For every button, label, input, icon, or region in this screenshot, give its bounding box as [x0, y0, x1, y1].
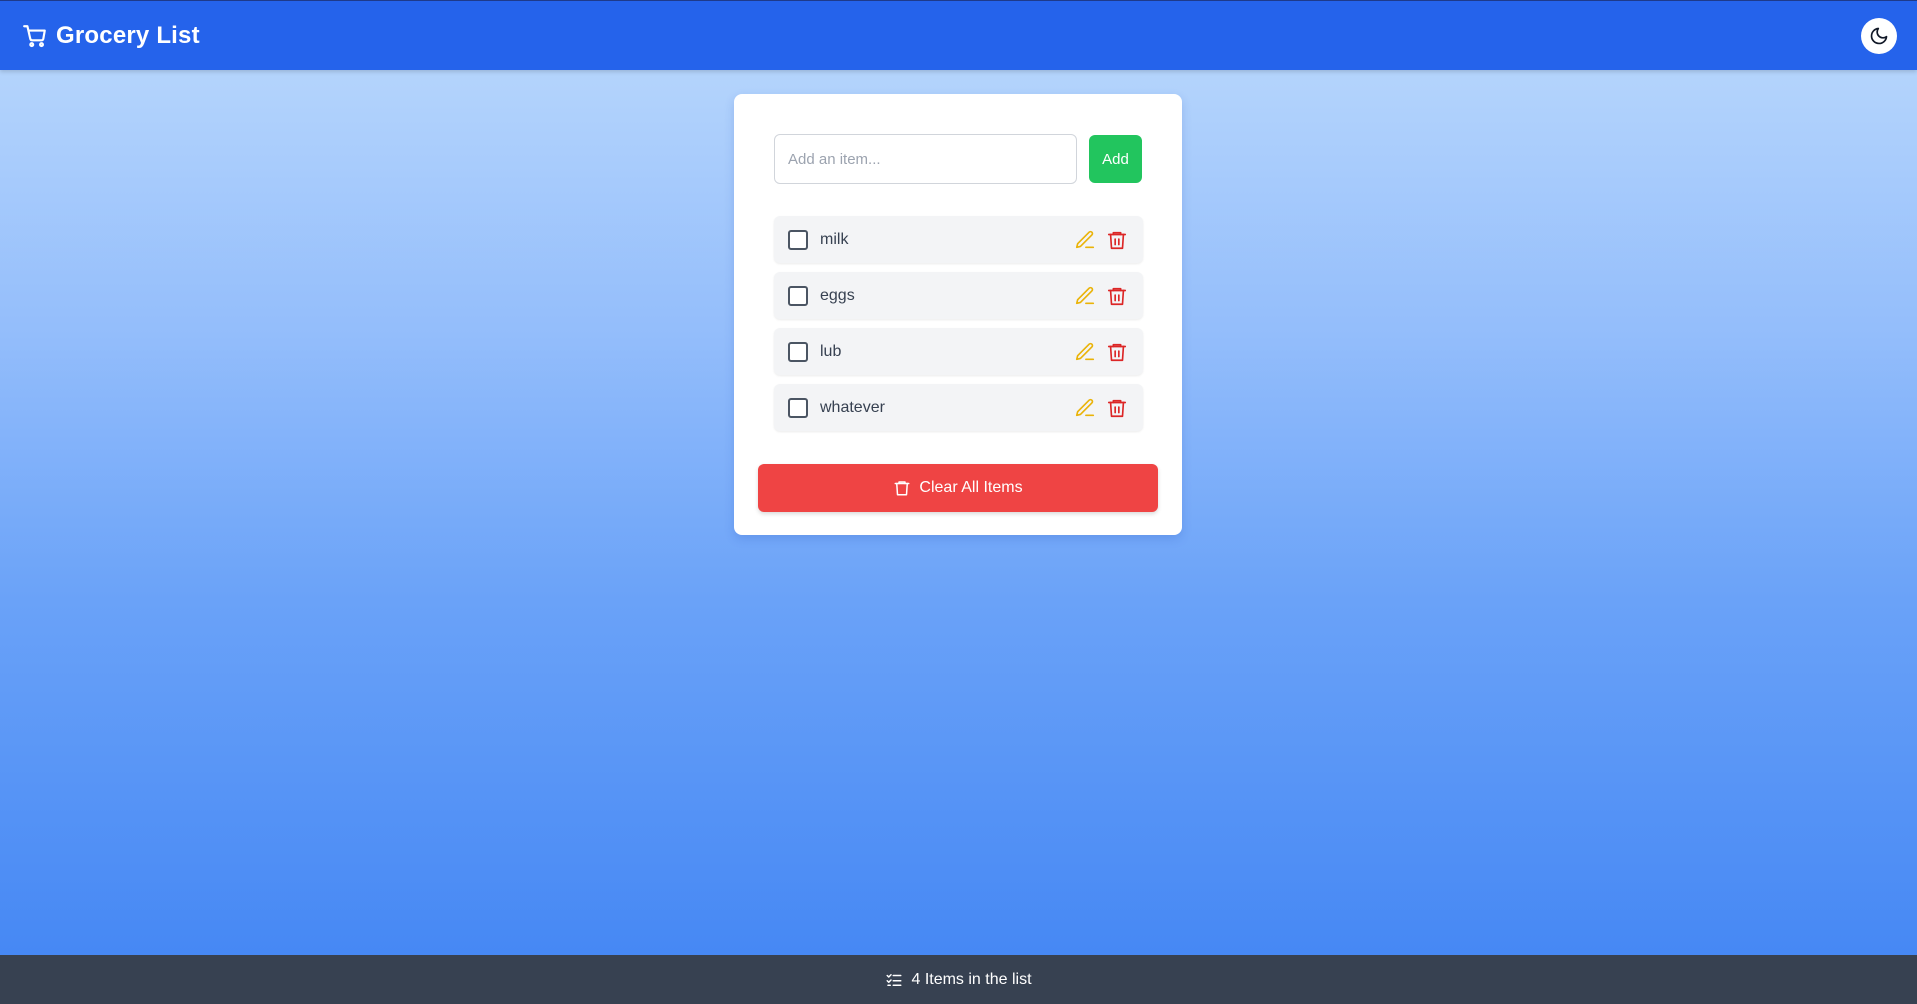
add-item-input[interactable] — [774, 134, 1077, 184]
clear-all-label: Clear All Items — [919, 479, 1023, 496]
trash-icon — [893, 479, 911, 497]
list-item: lub — [774, 328, 1143, 375]
item-actions — [1073, 284, 1129, 308]
item-actions — [1073, 228, 1129, 252]
item-actions — [1073, 396, 1129, 420]
edit-pencil-icon[interactable] — [1073, 396, 1097, 420]
grocery-card: Add milk eggs — [734, 94, 1182, 535]
delete-trash-icon[interactable] — [1105, 228, 1129, 252]
grocery-list: milk eggs lub whatever — [774, 216, 1143, 431]
theme-toggle-button[interactable] — [1861, 17, 1897, 54]
footer-bar: 4 Items in the list — [0, 955, 1917, 1004]
add-item-form: Add — [774, 134, 1142, 184]
item-label: lub — [820, 342, 842, 360]
delete-trash-icon[interactable] — [1105, 340, 1129, 364]
edit-pencil-icon[interactable] — [1073, 284, 1097, 308]
page-title: Grocery List — [56, 21, 200, 49]
item-label: eggs — [820, 286, 855, 304]
item-count-text: 4 Items in the list — [911, 970, 1032, 988]
item-checkbox[interactable] — [788, 285, 808, 306]
item-checkbox[interactable] — [788, 397, 808, 418]
list-check-icon — [885, 971, 903, 989]
list-item: whatever — [774, 384, 1143, 431]
edit-pencil-icon[interactable] — [1073, 340, 1097, 364]
item-actions — [1073, 340, 1129, 364]
edit-pencil-icon[interactable] — [1073, 228, 1097, 252]
add-button[interactable]: Add — [1089, 135, 1142, 183]
brand: Grocery List — [22, 22, 200, 50]
item-label: milk — [820, 230, 849, 248]
item-label: whatever — [820, 398, 885, 416]
top-navbar: Grocery List — [0, 0, 1917, 70]
shopping-cart-icon — [22, 23, 48, 49]
moon-icon — [1869, 26, 1889, 46]
delete-trash-icon[interactable] — [1105, 396, 1129, 420]
clear-all-button[interactable]: Clear All Items — [758, 464, 1158, 512]
main-area: Add milk eggs — [0, 70, 1917, 955]
item-checkbox[interactable] — [788, 229, 808, 250]
list-item: eggs — [774, 272, 1143, 319]
list-item: milk — [774, 216, 1143, 263]
item-checkbox[interactable] — [788, 341, 808, 362]
delete-trash-icon[interactable] — [1105, 284, 1129, 308]
